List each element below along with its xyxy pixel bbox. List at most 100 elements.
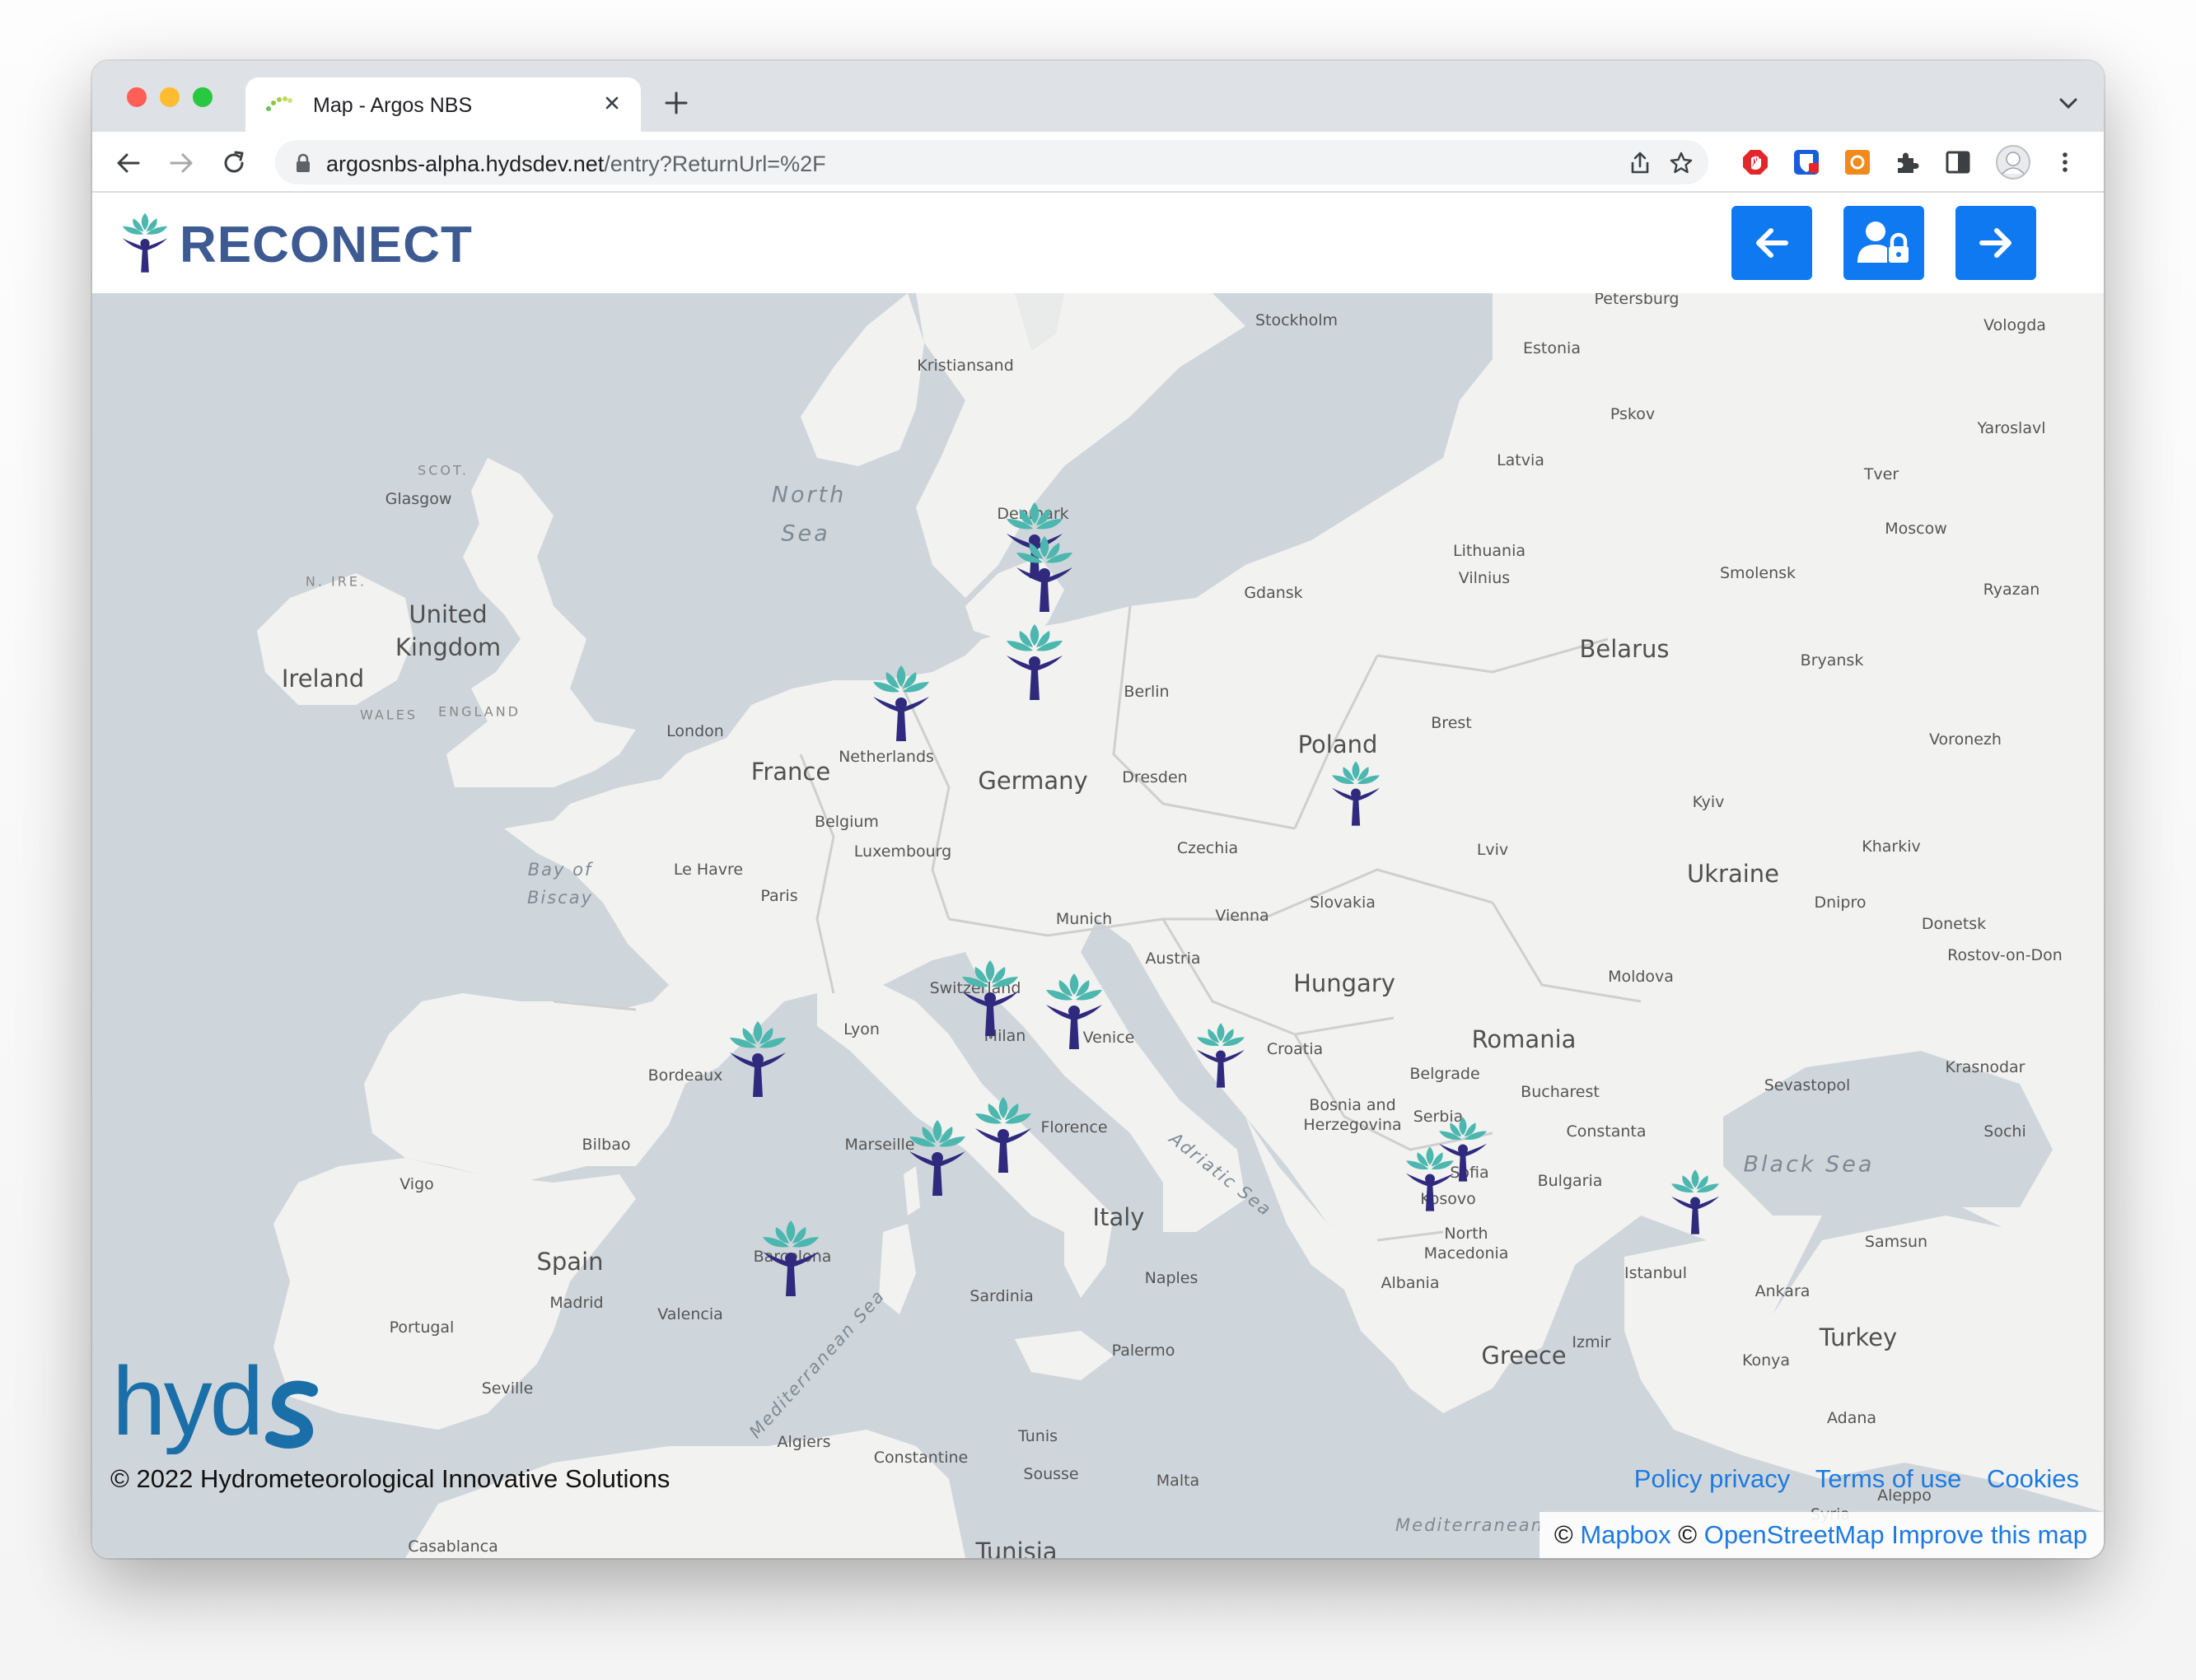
label-united-kingdom: United — [409, 600, 488, 628]
label-smolensk: Smolensk — [1719, 564, 1797, 582]
label-algiers: Algiers — [777, 1433, 831, 1451]
label-valencia: Valencia — [657, 1305, 723, 1323]
label-brest: Brest — [1431, 714, 1472, 732]
label-vigo: Vigo — [399, 1175, 434, 1193]
tab-title: Map - Argos NBS — [313, 94, 473, 117]
cookies-link[interactable]: Cookies — [1987, 1464, 2079, 1493]
improve-map-link[interactable]: Improve this map — [1891, 1520, 2087, 1549]
back-button[interactable] — [1731, 206, 1812, 280]
label-kharkiv: Kharkiv — [1862, 838, 1921, 856]
nbs-site-marker-icon[interactable] — [868, 662, 934, 744]
browser-window: Map - Argos NBS argosnbs-alpha.hydsdev.n… — [92, 61, 2104, 1558]
label-lyon: Lyon — [843, 1020, 880, 1038]
mapbox-link[interactable]: Mapbox — [1580, 1520, 1670, 1549]
reconect-logo-icon — [122, 212, 168, 273]
nbs-site-marker-icon[interactable] — [970, 1094, 1036, 1176]
label-seville: Seville — [481, 1379, 534, 1398]
europe-map[interactable]: North Sea Bay of Biscay Black Sea Adriat… — [92, 293, 2104, 1558]
adblock-extension-icon[interactable] — [1741, 148, 1769, 176]
nbs-site-marker-icon[interactable] — [1012, 533, 1077, 615]
label-bucharest: Bucharest — [1521, 1083, 1600, 1101]
bitwarden-extension-icon[interactable] — [1792, 148, 1820, 176]
label-bryansk: Bryansk — [1800, 651, 1864, 670]
maximize-window-button[interactable] — [193, 87, 213, 107]
label-mediterranean-east: Mediterranean — [1395, 1515, 1544, 1535]
label-black-sea: Black Sea — [1743, 1151, 1875, 1178]
label-bilbao: Bilbao — [582, 1136, 631, 1154]
nbs-site-marker-icon[interactable] — [758, 1217, 824, 1300]
label-belgrade: Belgrade — [1409, 1065, 1480, 1083]
profile-avatar-icon[interactable] — [1995, 144, 2031, 180]
nbs-site-marker-icon[interactable] — [1041, 970, 1107, 1052]
new-tab-icon[interactable] — [662, 89, 690, 117]
nbs-site-marker-icon[interactable] — [1328, 758, 1384, 828]
browser-tab-active[interactable]: Map - Argos NBS — [245, 77, 641, 132]
nbs-site-marker-icon[interactable] — [725, 1018, 791, 1100]
browser-menu-icon[interactable] — [2051, 148, 2079, 176]
terms-of-use-link[interactable]: Terms of use — [1815, 1464, 1961, 1493]
label-naples: Naples — [1144, 1269, 1198, 1287]
label-united-kingdom-2: Kingdom — [395, 633, 502, 661]
chevron-down-icon[interactable] — [2058, 94, 2079, 112]
reload-icon[interactable] — [219, 148, 249, 178]
label-palermo: Palermo — [1111, 1342, 1175, 1360]
label-north-sea-2: Sea — [781, 520, 830, 547]
back-icon[interactable] — [114, 148, 143, 178]
label-constantine: Constantine — [873, 1449, 969, 1467]
label-gdansk: Gdansk — [1244, 584, 1303, 602]
url-host: argosnbs-alpha.hydsdev.net — [326, 152, 605, 176]
nbs-site-marker-icon[interactable] — [1193, 1020, 1249, 1090]
label-vilnius: Vilnius — [1458, 569, 1511, 587]
label-constanta: Constanta — [1566, 1122, 1647, 1141]
extensions-puzzle-icon[interactable] — [1893, 148, 1921, 176]
forward-icon[interactable] — [166, 148, 196, 178]
nbs-site-marker-icon[interactable] — [1667, 1167, 1723, 1237]
label-moscow: Moscow — [1885, 520, 1947, 538]
nbs-site-marker-icon[interactable] — [1002, 621, 1068, 703]
label-austria: Austria — [1145, 950, 1201, 968]
login-button[interactable] — [1843, 206, 1924, 280]
share-icon[interactable] — [1628, 151, 1652, 175]
label-spain: Spain — [536, 1248, 604, 1276]
label-kyiv: Kyiv — [1692, 793, 1725, 811]
policy-privacy-link[interactable]: Policy privacy — [1634, 1464, 1791, 1493]
label-munich: Munich — [1055, 910, 1113, 928]
label-ankara: Ankara — [1754, 1282, 1811, 1300]
label-north-macedonia: North — [1444, 1225, 1488, 1243]
close-window-button[interactable] — [127, 87, 147, 107]
nbs-site-marker-icon[interactable] — [904, 1117, 970, 1199]
loading-spinner-icon — [266, 96, 292, 111]
label-bay-of-biscay-2: Biscay — [526, 888, 594, 908]
label-turkey: Turkey — [1819, 1323, 1898, 1351]
label-romania: Romania — [1471, 1025, 1577, 1053]
side-panel-icon[interactable] — [1944, 148, 1972, 176]
label-luxembourg: Luxembourg — [853, 842, 952, 861]
label-estonia: Estonia — [1523, 339, 1581, 357]
nbs-site-marker-icon[interactable] — [1402, 1144, 1458, 1214]
openstreetmap-link[interactable]: OpenStreetMap — [1704, 1520, 1885, 1549]
label-latvia: Latvia — [1497, 451, 1544, 469]
close-tab-icon[interactable] — [600, 91, 624, 115]
label-hungary: Hungary — [1293, 969, 1395, 997]
label-le-havre: Le Havre — [673, 861, 744, 879]
app-logo-text: RECONECT — [180, 217, 473, 273]
lock-icon — [297, 153, 310, 172]
label-adana: Adana — [1826, 1409, 1877, 1427]
minimize-window-button[interactable] — [160, 87, 180, 107]
label-bay-of-biscay: Bay of — [527, 860, 593, 880]
label-bulgaria: Bulgaria — [1537, 1172, 1603, 1190]
label-sardinia: Sardinia — [970, 1287, 1034, 1305]
label-kristiansand: Kristiansand — [917, 357, 1014, 375]
label-italy: Italy — [1092, 1203, 1145, 1231]
address-bar[interactable]: argosnbs-alpha.hydsdev.net/entry?ReturnU… — [275, 140, 1708, 184]
label-stockholm: Stockholm — [1255, 311, 1339, 329]
tab-strip: Map - Argos NBS — [92, 61, 2104, 132]
nbs-site-marker-icon[interactable] — [957, 957, 1023, 1039]
label-lithuania: Lithuania — [1452, 542, 1526, 560]
svg-text:hyd: hyd — [112, 1356, 261, 1454]
star-icon[interactable] — [1669, 151, 1694, 175]
label-lviv: Lviv — [1476, 841, 1509, 859]
forward-button[interactable] — [1955, 206, 2036, 280]
label-yaroslavl: Yaroslavl — [1977, 419, 2046, 437]
orange-extension-icon[interactable] — [1843, 148, 1871, 176]
